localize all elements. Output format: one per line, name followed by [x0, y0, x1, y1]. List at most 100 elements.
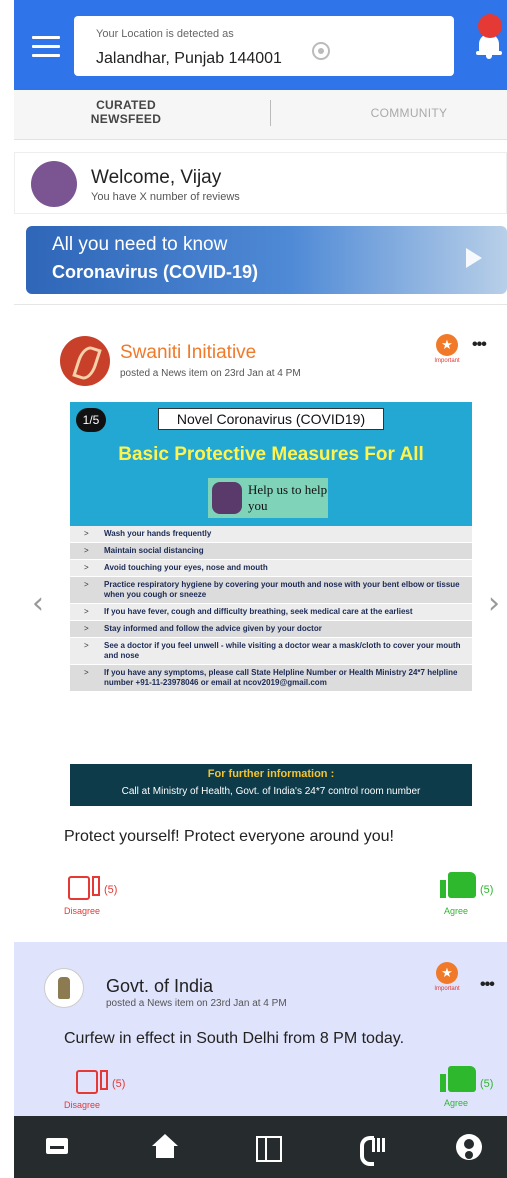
list-item: > Stay informed and follow the advice giv… — [70, 621, 472, 638]
post-meta: posted a News item on 23rd Jan at 4 PM — [106, 998, 287, 1009]
more-options-icon[interactable]: ••• — [472, 336, 487, 354]
bottom-navigation — [14, 1116, 507, 1178]
tab-community[interactable]: COMMUNITY — [354, 106, 464, 120]
list-item-text: Practice respiratory hygiene by covering… — [104, 580, 460, 599]
list-item: > Maintain social distancing — [70, 543, 472, 560]
disagree-count: (5) — [104, 884, 118, 896]
thumbs-down-icon — [76, 1070, 108, 1094]
app-screen: Your Location is detected as Jalandhar, … — [0, 0, 507, 1178]
list-item-text: Wash your hands frequently — [104, 529, 212, 538]
important-label: Important — [434, 986, 460, 992]
news-post: Swaniti Initiative posted a News item on… — [14, 306, 507, 934]
list-item: > If you have fever, cough and difficulty… — [70, 604, 472, 621]
card-icon[interactable] — [44, 1132, 74, 1162]
help-text: Help us to help you — [248, 482, 328, 513]
important-badge[interactable]: ★ Important — [428, 962, 464, 998]
tab-divider — [270, 100, 271, 126]
banner-line1: All you need to know — [52, 234, 228, 255]
feed-tabs: CURATED NEWSFEED COMMUNITY — [14, 90, 507, 140]
chevron-right-icon: > — [84, 529, 89, 538]
agree-label: Agree — [444, 1098, 469, 1108]
covid-info-banner[interactable]: All you need to know Coronavirus (COVID-… — [26, 226, 507, 294]
chevron-left-icon[interactable]: ‹ — [32, 586, 44, 621]
post-author[interactable]: Govt. of India — [106, 976, 213, 997]
tab-label-line1: CURATED — [96, 98, 156, 112]
list-item-text: If you have fever, cough and difficulty … — [104, 607, 413, 616]
infographic-header: 1/5 Novel Coronavirus (COVID19) Basic Pr… — [70, 402, 472, 526]
important-badge[interactable]: ★ Important — [428, 334, 464, 370]
list-item-text: See a doctor if you feel unwell - while … — [104, 641, 461, 660]
post-text: Curfew in effect in South Delhi from 8 P… — [64, 1030, 405, 1047]
disagree-count: (5) — [112, 1078, 126, 1090]
footer-text: Call at Ministry of Health, Govt. of Ind… — [121, 786, 421, 797]
top-app-bar: Your Location is detected as Jalandhar, … — [14, 0, 507, 90]
banner-line2: Coronavirus (COVID-19) — [52, 262, 259, 282]
location-value: Jalandhar, Punjab 144001 — [96, 50, 282, 67]
slide-indicator: 1/5 — [76, 408, 106, 432]
welcome-title: Welcome, Vijay — [91, 167, 222, 188]
list-item: > Wash your hands frequently — [70, 526, 472, 543]
list-item: > See a doctor if you feel unwell - while… — [70, 638, 472, 665]
chevron-right-icon: > — [84, 668, 89, 677]
disagree-label: Disagree — [64, 906, 101, 916]
hands-icon — [212, 482, 242, 514]
help-box: Help us to help you — [208, 478, 328, 518]
govt-emblem-logo[interactable] — [44, 968, 84, 1008]
list-item-text: Stay informed and follow the advice give… — [104, 624, 322, 633]
chevron-right-icon: > — [84, 563, 89, 572]
list-item: > If you have any symptoms, please call S… — [70, 665, 472, 692]
chevron-right-icon: > — [84, 580, 89, 589]
thumbs-up-icon — [440, 1066, 476, 1092]
image-carousel[interactable]: 1/5 Novel Coronavirus (COVID19) Basic Pr… — [70, 402, 472, 806]
phone-icon[interactable] — [358, 1132, 388, 1166]
notification-dot — [478, 14, 502, 38]
location-label: Your Location is detected as — [96, 28, 234, 40]
agree-button[interactable]: (5) Agree — [440, 1066, 500, 1110]
swaniti-logo[interactable] — [60, 336, 110, 386]
home-icon[interactable] — [150, 1132, 180, 1162]
infographic-title: Novel Coronavirus (COVID19) — [158, 408, 384, 430]
disagree-label: Disagree — [64, 1100, 101, 1110]
welcome-subtitle: You have X number of reviews — [91, 191, 240, 203]
infographic-footer: For further information : Call at Minist… — [70, 764, 472, 806]
list-item: > Practice respiratory hygiene by coverin… — [70, 577, 472, 604]
thumbs-down-icon — [68, 876, 100, 900]
welcome-card[interactable]: Welcome, Vijay You have X number of revi… — [14, 152, 507, 214]
location-field[interactable]: Your Location is detected as Jalandhar, … — [74, 16, 454, 76]
user-icon[interactable] — [454, 1132, 484, 1162]
divider — [14, 304, 507, 305]
chevron-right-icon: > — [84, 624, 89, 633]
star-icon: ★ — [436, 962, 458, 984]
tab-curated-newsfeed[interactable]: CURATED NEWSFEED — [86, 98, 166, 126]
menu-icon[interactable] — [32, 36, 60, 58]
footer-title: For further information : — [207, 768, 335, 780]
disagree-button[interactable]: (5) Disagree — [64, 1070, 128, 1114]
post-meta: posted a News item on 23rd Jan at 4 PM — [120, 368, 301, 379]
important-label: Important — [434, 358, 460, 364]
list-item-text: Avoid touching your eyes, nose and mouth — [104, 563, 268, 572]
list-item-text: Maintain social distancing — [104, 546, 204, 555]
list-item: > Avoid touching your eyes, nose and mout… — [70, 560, 472, 577]
thumbs-up-icon — [440, 872, 476, 898]
agree-button[interactable]: (5) Agree — [440, 872, 500, 916]
chevron-right-icon: > — [84, 641, 89, 650]
tab-label-line2: NEWSFEED — [90, 112, 162, 126]
chevron-right-icon: > — [84, 607, 89, 616]
star-icon: ★ — [436, 334, 458, 356]
play-icon — [466, 248, 482, 268]
chevron-right-icon: > — [84, 546, 89, 555]
avatar[interactable] — [31, 161, 77, 207]
map-icon[interactable] — [254, 1132, 284, 1162]
agree-count: (5) — [480, 1078, 494, 1090]
list-item-text: If you have any symptoms, please call St… — [104, 668, 458, 687]
post-caption: Protect yourself! Protect everyone aroun… — [64, 828, 394, 845]
chevron-right-icon[interactable]: › — [488, 586, 500, 621]
agree-count: (5) — [480, 884, 494, 896]
news-post: Govt. of India posted a News item on 23r… — [14, 942, 507, 1118]
infographic-headline: Basic Protective Measures For All — [118, 444, 424, 465]
agree-label: Agree — [444, 906, 469, 916]
target-icon[interactable] — [312, 42, 330, 60]
disagree-button[interactable]: (5) Disagree — [60, 876, 120, 920]
more-options-icon[interactable]: ••• — [480, 976, 495, 994]
post-author[interactable]: Swaniti Initiative — [120, 342, 256, 364]
